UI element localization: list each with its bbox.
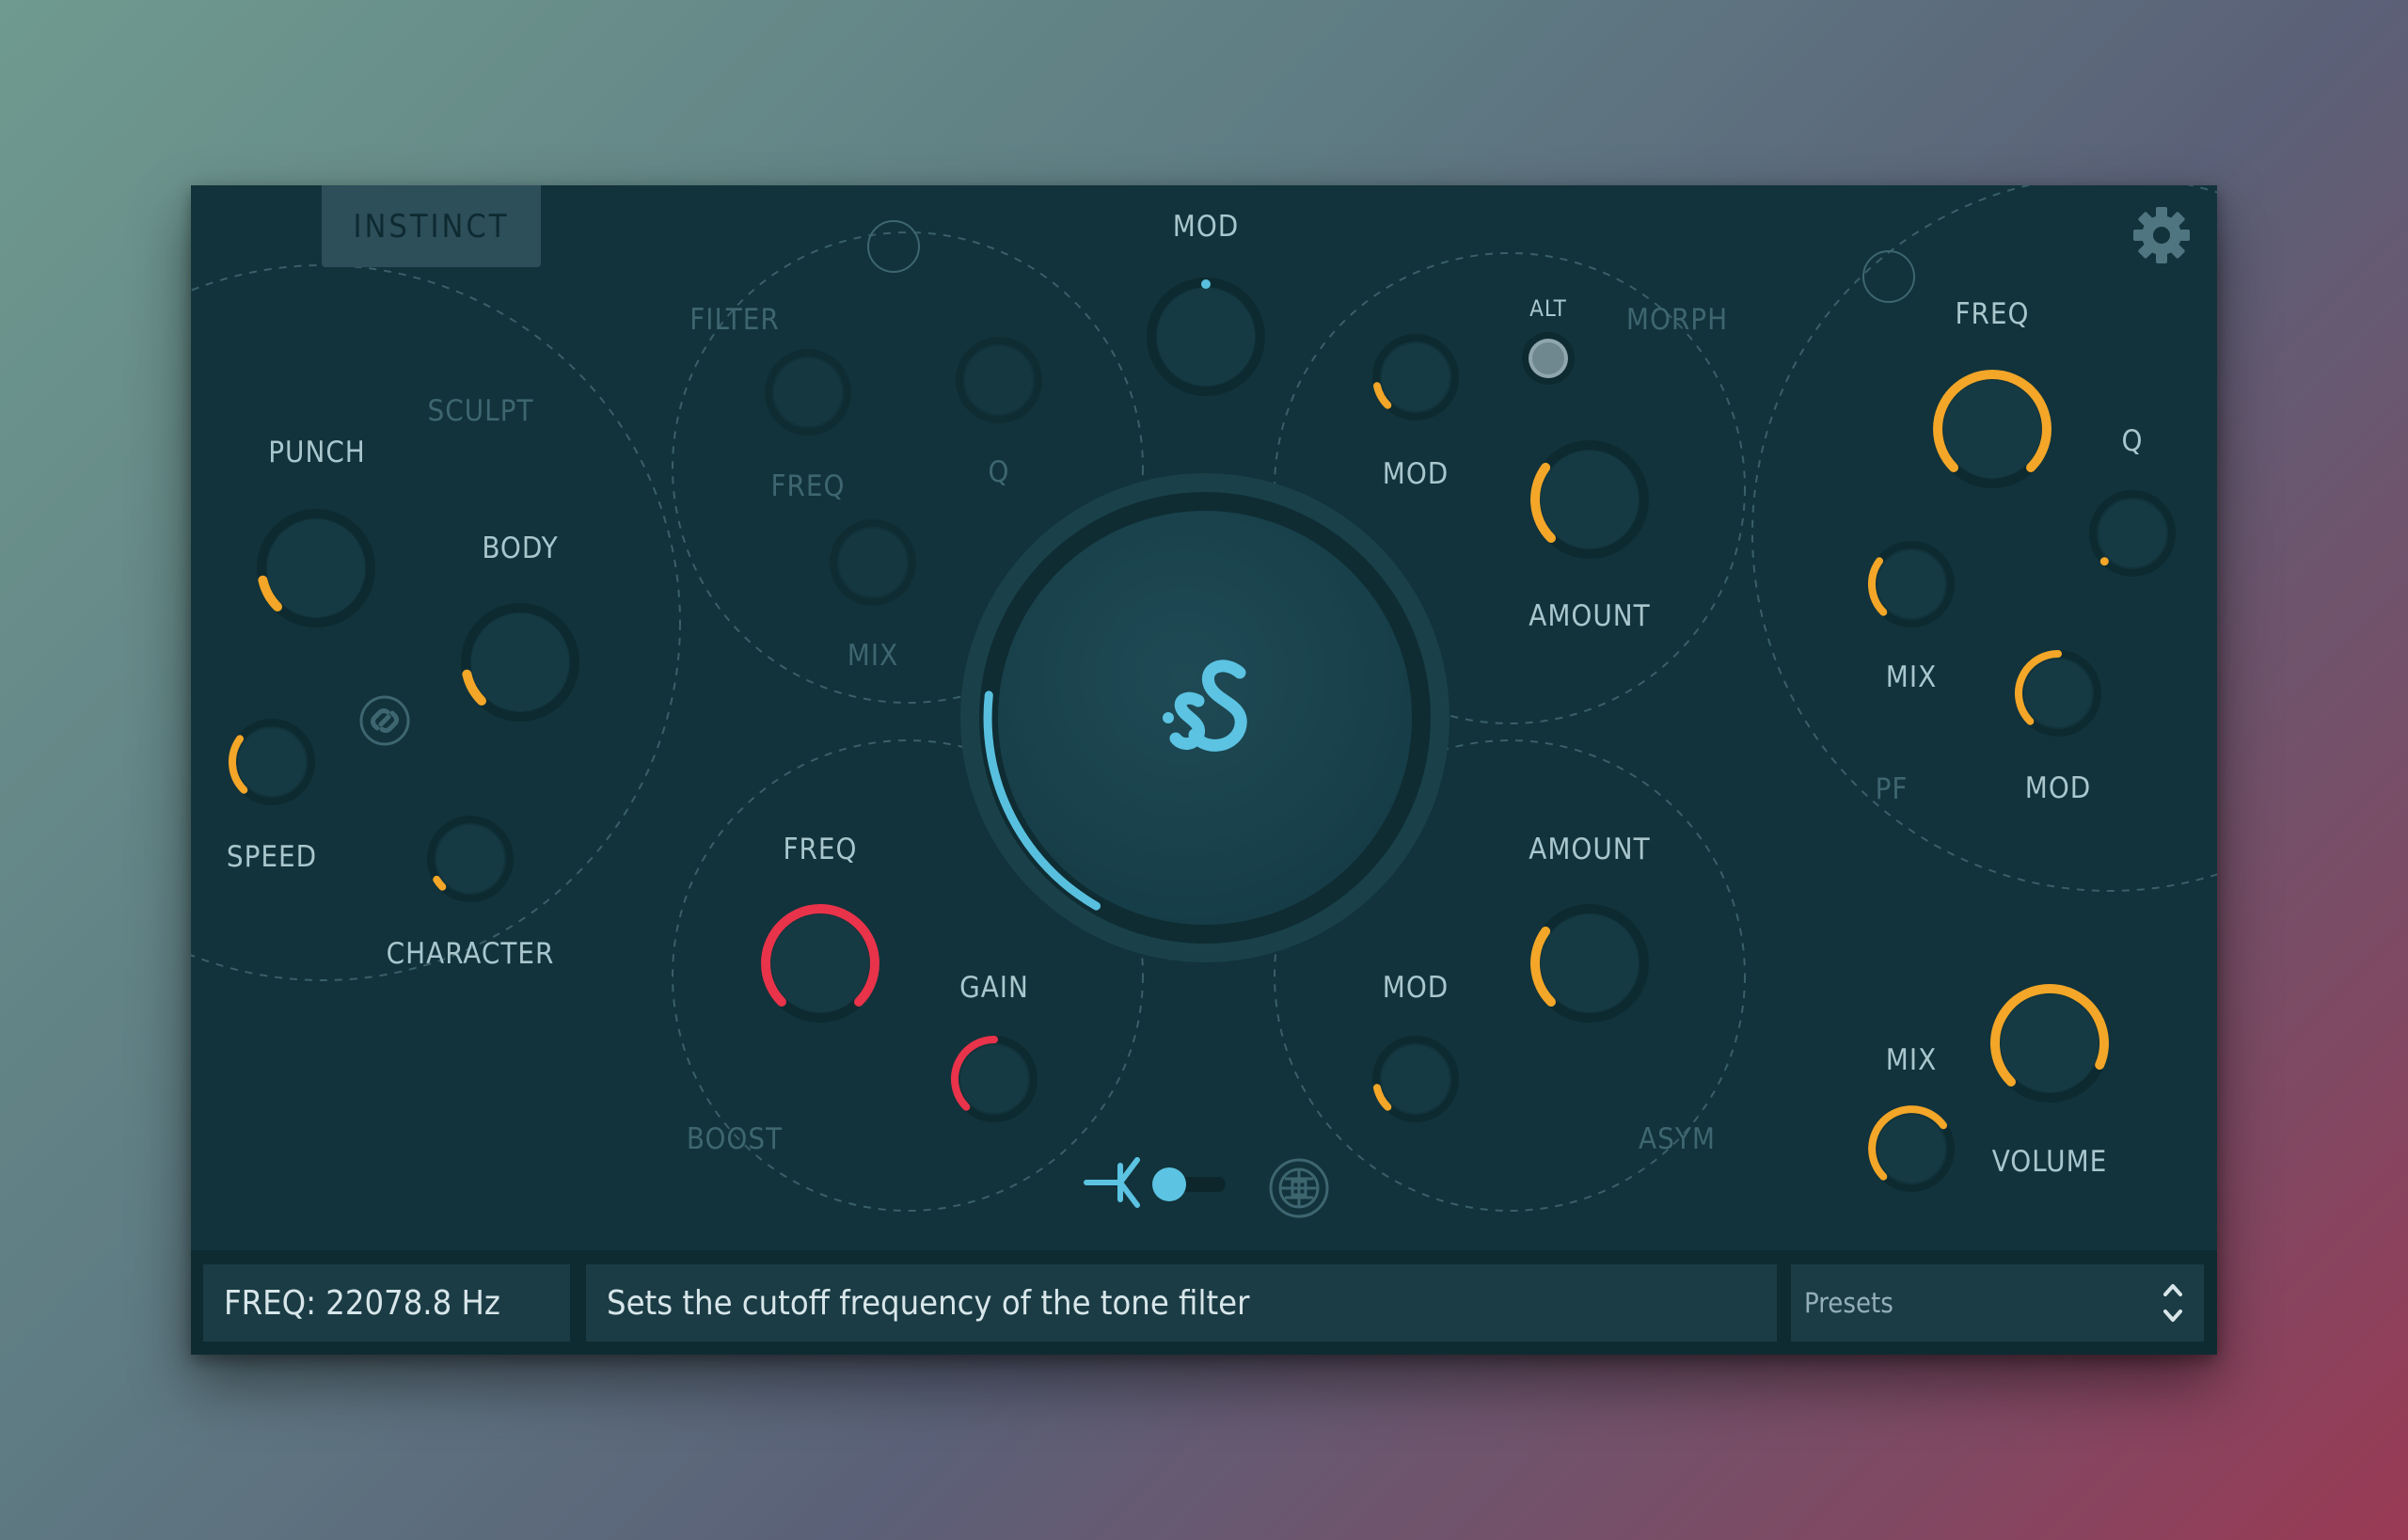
footer-bar: FREQ: 22078.8 Hz Sets the cutoff frequen…	[191, 1250, 2217, 1355]
body-knob[interactable]	[461, 603, 579, 722]
pf-mix-knob[interactable]	[1867, 541, 1955, 627]
boost-gain-knob[interactable]	[951, 1036, 1038, 1122]
parameter-hint: Sets the cutoff frequency of the tone fi…	[586, 1264, 1777, 1342]
speed-knob[interactable]	[228, 719, 315, 805]
punch-knob[interactable]	[257, 509, 375, 627]
volume-knob[interactable]	[1989, 983, 2109, 1103]
center-macro-knob[interactable]	[958, 470, 1452, 965]
top-mod-knob[interactable]	[1147, 278, 1265, 396]
link-icon	[359, 695, 410, 746]
globe-icon	[1269, 1158, 1329, 1218]
plugin-window: INSTINCT SCULPT FILTER MORPH PF BOOST AS…	[191, 185, 2217, 1355]
filter-freq-knob[interactable]	[765, 349, 851, 436]
character-knob[interactable]	[427, 816, 514, 902]
boost-freq-knob[interactable]	[761, 903, 879, 1023]
link-button[interactable]	[356, 692, 413, 749]
split-icon	[1084, 1157, 1140, 1208]
asym-amount-knob[interactable]	[1530, 904, 1649, 1023]
alt-button[interactable]	[1520, 330, 1576, 387]
morph-mod-knob[interactable]	[1372, 334, 1459, 421]
split-button[interactable]	[1083, 1152, 1143, 1213]
pf-freq-knob[interactable]	[1933, 369, 2052, 488]
filter-mix-knob[interactable]	[830, 519, 916, 606]
pf-mod-knob[interactable]	[2015, 650, 2101, 737]
out-mix-knob[interactable]	[1868, 1105, 1955, 1192]
presets-label: Presets	[1804, 1287, 1893, 1319]
presets-dropdown[interactable]: Presets	[1791, 1264, 2204, 1342]
route-toggle[interactable]	[1150, 1167, 1228, 1201]
morph-amount-knob[interactable]	[1530, 440, 1649, 559]
pf-q-knob[interactable]	[2089, 490, 2176, 577]
up-down-chevron-icon	[2163, 1284, 2182, 1322]
parameter-readout: FREQ: 22078.8 Hz	[203, 1264, 570, 1342]
filter-q-knob[interactable]	[956, 337, 1042, 423]
logo-icon	[1163, 659, 1247, 752]
asym-mod-knob[interactable]	[1372, 1036, 1459, 1122]
globe-button[interactable]	[1268, 1157, 1330, 1219]
